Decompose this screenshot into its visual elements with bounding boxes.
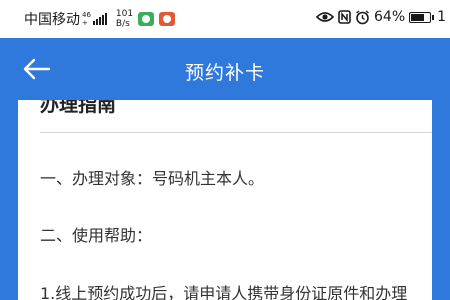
nfc-icon bbox=[338, 10, 351, 24]
paragraph-help-heading: 二、使用帮助： bbox=[40, 226, 153, 245]
paragraph-step-1: 1.线上预约成功后，请申请人携带身份证原件和办理 bbox=[40, 284, 408, 300]
clock-time: 1 bbox=[437, 9, 447, 25]
network-type: 46 + bbox=[82, 11, 91, 27]
section-heading: 办理指南 bbox=[40, 100, 117, 116]
signal-icon bbox=[92, 13, 108, 25]
status-bar-left: 中国移动 46 + 101 B/s bbox=[24, 9, 176, 29]
network-speed-unit: B/s bbox=[115, 19, 130, 29]
notification-app-icon bbox=[138, 12, 155, 26]
notification-app-icon-2 bbox=[159, 12, 176, 26]
status-bar: 中国移动 46 + 101 B/s 64% 1 bbox=[0, 0, 450, 38]
page-title: 预约补卡 bbox=[184, 62, 265, 84]
battery-percent: 64% bbox=[374, 9, 406, 25]
eye-icon bbox=[316, 11, 334, 23]
nav-bar: 预约补卡 bbox=[0, 38, 450, 100]
network-speed: 101 B/s bbox=[116, 9, 133, 29]
content-card: 办理指南 一、办理对象：号码机主本人。 二、使用帮助： 1.线上预约成功后，请申… bbox=[18, 100, 432, 300]
divider bbox=[40, 132, 432, 133]
network-tag-bottom: + bbox=[82, 19, 88, 27]
network-speed-value: 101 bbox=[115, 9, 134, 19]
alarm-icon bbox=[355, 9, 370, 25]
paragraph-target: 一、办理对象：号码机主本人。 bbox=[40, 169, 265, 188]
status-bar-right: 64% 1 bbox=[316, 9, 446, 25]
battery-icon bbox=[409, 11, 435, 23]
carrier-name: 中国移动 bbox=[24, 12, 80, 28]
network-tag-top: 46 bbox=[82, 11, 91, 19]
